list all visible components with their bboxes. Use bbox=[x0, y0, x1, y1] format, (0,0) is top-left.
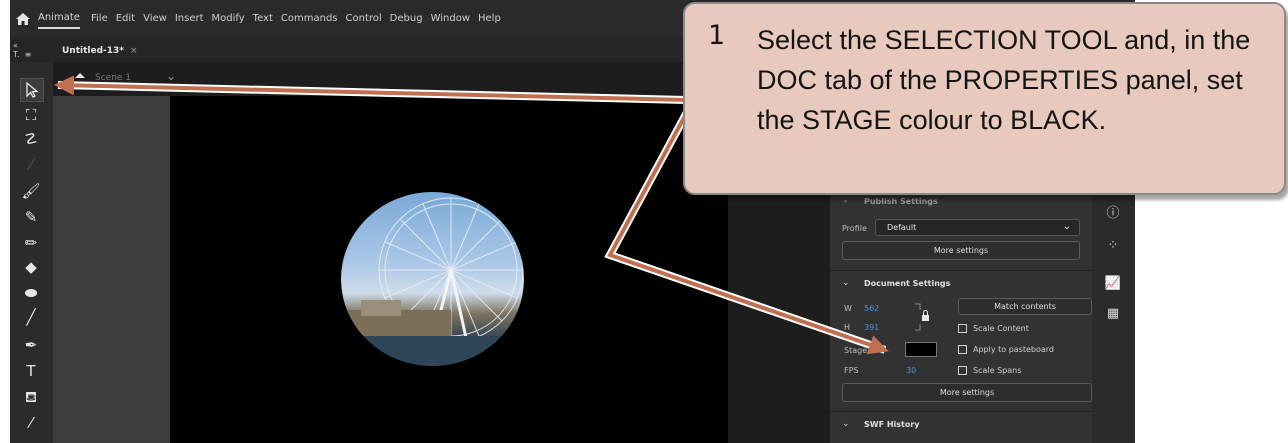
menu-help[interactable]: Help bbox=[478, 13, 501, 24]
stage-label: Stage bbox=[844, 346, 868, 355]
menu-edit[interactable]: Edit bbox=[116, 13, 135, 24]
motion-presets-icon[interactable]: ⁘ bbox=[1104, 237, 1122, 255]
oval-tool-icon[interactable]: ⬬ bbox=[20, 282, 42, 304]
instruction-text: Select the SELECTION TOOL and, in the DO… bbox=[757, 20, 1267, 140]
height-label: H bbox=[844, 323, 851, 332]
document-tab-title: Untitled-13* bbox=[62, 46, 125, 56]
scale-spans-checkbox[interactable] bbox=[958, 366, 967, 375]
eraser-tool-icon[interactable]: ◆ bbox=[20, 256, 42, 278]
back-arrow-icon[interactable] bbox=[73, 70, 87, 84]
fps-value[interactable]: 30 bbox=[906, 366, 916, 375]
main-menu: File Edit View Insert Modify Text Comman… bbox=[91, 13, 501, 24]
info-icon[interactable]: ⓘ bbox=[1104, 205, 1122, 223]
publish-settings-title[interactable]: Publish Settings bbox=[864, 197, 938, 206]
chevron-down-icon[interactable]: ⌄ bbox=[166, 69, 176, 83]
document-tab[interactable]: Untitled-13* × bbox=[62, 46, 138, 56]
stage-area bbox=[53, 96, 728, 443]
paint-bucket-tool-icon[interactable]: ⛾ bbox=[20, 386, 42, 408]
menu-commands[interactable]: Commands bbox=[281, 13, 338, 24]
step-number: 1 bbox=[708, 20, 726, 51]
chevron-down-icon: ⌄ bbox=[1062, 221, 1071, 232]
divider bbox=[830, 411, 1092, 412]
london-eye-photo[interactable] bbox=[341, 192, 524, 366]
selection-tool-icon[interactable] bbox=[20, 78, 44, 102]
profile-label: Profile bbox=[842, 224, 867, 233]
swf-history-title[interactable]: SWF History bbox=[864, 420, 920, 429]
scale-content-checkbox[interactable] bbox=[958, 324, 967, 333]
more-settings-button[interactable]: More settings bbox=[842, 241, 1080, 260]
more-settings-button-2[interactable]: More settings bbox=[842, 383, 1092, 402]
chevron-down-icon[interactable]: ⌄ bbox=[842, 419, 850, 429]
lasso-tool-icon[interactable]: ☡ bbox=[20, 128, 42, 150]
stage-color-swatch[interactable] bbox=[905, 342, 937, 357]
lock-icon[interactable] bbox=[914, 302, 934, 332]
eyedropper-tool-icon[interactable]: ⁄ bbox=[20, 412, 42, 434]
pencil-tool-icon[interactable]: ✏ bbox=[20, 232, 42, 254]
chevron-down-icon[interactable]: ⌄ bbox=[842, 195, 849, 204]
instruction-text-part3: to BLACK. bbox=[972, 105, 1107, 135]
properties-panel: ⌄ Publish Settings Profile Default ⌄ Mor… bbox=[830, 185, 1092, 443]
menu-window[interactable]: Window bbox=[431, 13, 470, 24]
text-tool-icon[interactable]: T bbox=[20, 360, 42, 382]
instruction-text-part1: Select the bbox=[757, 25, 885, 55]
components-icon[interactable]: ▦ bbox=[1104, 305, 1122, 323]
free-transform-tool-icon[interactable]: ⛶ bbox=[20, 104, 42, 126]
menu-modify[interactable]: Modify bbox=[212, 13, 245, 24]
scene-label[interactable]: Scene 1 bbox=[95, 73, 131, 83]
paint-brush-tool-icon[interactable]: ✎ bbox=[20, 206, 42, 228]
menu-text[interactable]: Text bbox=[253, 13, 273, 24]
apply-to-pasteboard-label: Apply to pasteboard bbox=[973, 345, 1055, 354]
chevron-down-icon[interactable]: ⌄ bbox=[842, 278, 850, 288]
tools-panel: ⛶ ☡ ⁄ 🖌 ✎ ✏ ◆ ⬬ ╱ ✒ T ⛾ ⁄ bbox=[10, 62, 53, 443]
app-name: Animate bbox=[38, 12, 80, 29]
line-tool-icon[interactable]: ╱ bbox=[20, 306, 42, 328]
bone-tool-icon[interactable]: ⁄ bbox=[20, 154, 42, 176]
width-label: W bbox=[844, 304, 852, 313]
graph-icon[interactable]: 📈 bbox=[1104, 275, 1122, 293]
scale-content-label: Scale Content bbox=[973, 324, 1029, 333]
pen-tool-icon[interactable]: ✒ bbox=[20, 334, 42, 356]
profile-select[interactable]: Default ⌄ bbox=[875, 219, 1080, 236]
divider bbox=[830, 270, 1092, 271]
brush-tool-icon[interactable]: 🖌 bbox=[20, 180, 42, 202]
menu-debug[interactable]: Debug bbox=[390, 13, 423, 24]
document-settings-title[interactable]: Document Settings bbox=[864, 279, 950, 288]
instruction-text-bold2: STAGE colour bbox=[802, 105, 973, 135]
profile-value: Default bbox=[887, 223, 917, 232]
instruction-text-bold1: SELECTION TOOL bbox=[884, 25, 1117, 55]
close-tab-icon[interactable]: × bbox=[130, 46, 138, 56]
fps-label: FPS bbox=[844, 366, 859, 375]
match-contents-button[interactable]: Match contents bbox=[958, 298, 1092, 315]
menu-insert[interactable]: Insert bbox=[175, 13, 204, 24]
height-value[interactable]: 391 bbox=[864, 323, 879, 332]
menu-file[interactable]: File bbox=[91, 13, 108, 24]
width-value[interactable]: 562 bbox=[864, 304, 879, 313]
stage[interactable] bbox=[170, 96, 728, 443]
menu-control[interactable]: Control bbox=[346, 13, 382, 24]
collapse-toolbar-icon[interactable]: «T. ≡ bbox=[13, 41, 31, 59]
menu-view[interactable]: View bbox=[143, 13, 167, 24]
scale-spans-label: Scale Spans bbox=[973, 366, 1022, 375]
scene-bar: Scene 1 ⌄ bbox=[53, 62, 723, 96]
home-icon[interactable] bbox=[15, 11, 31, 27]
right-icon-panel: ⓘ ⁘ 📈 ▦ bbox=[1092, 185, 1135, 443]
apply-to-pasteboard-checkbox[interactable] bbox=[958, 345, 967, 354]
